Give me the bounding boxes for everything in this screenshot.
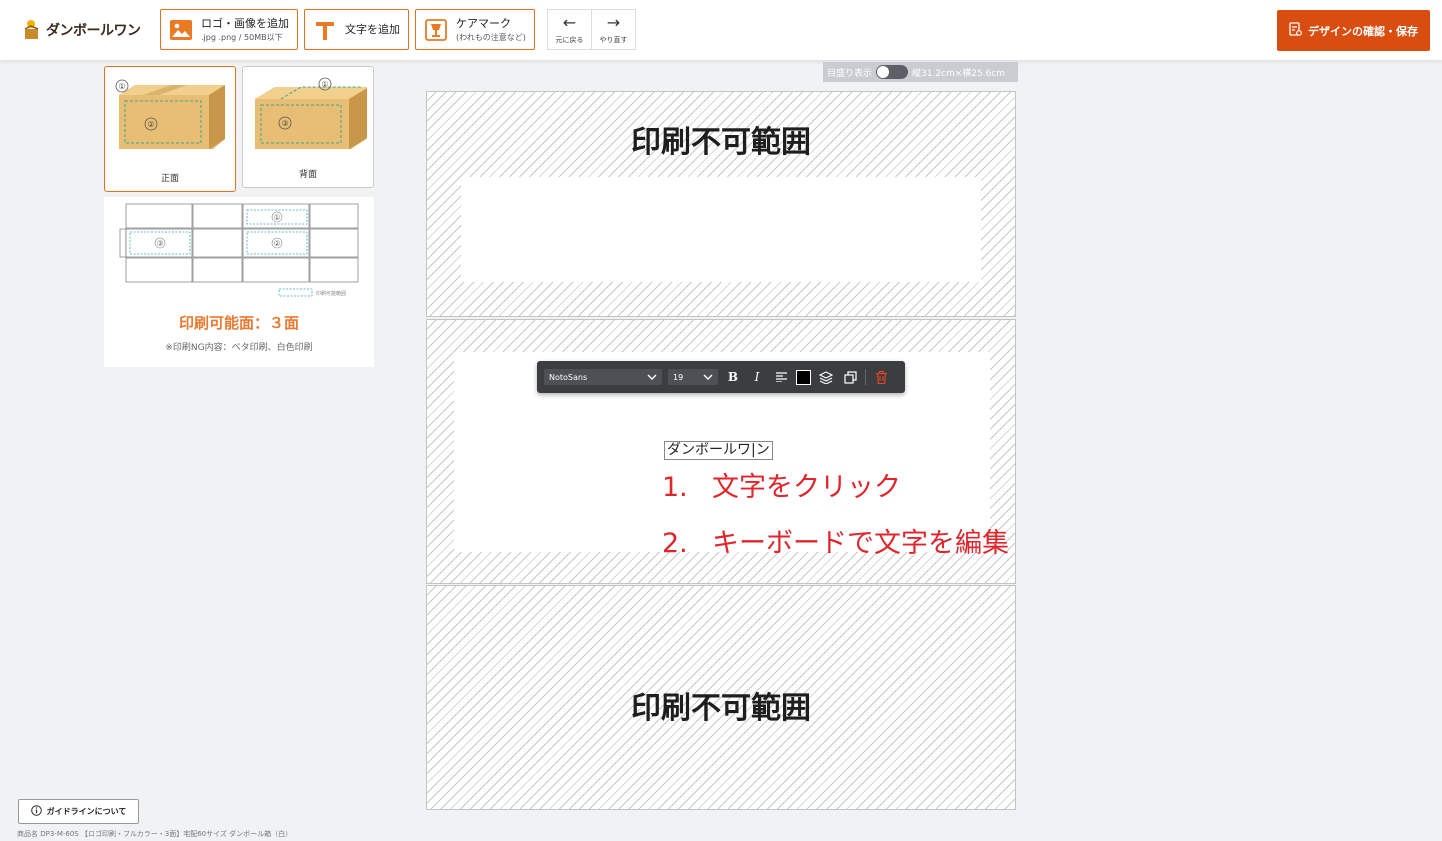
scale-toggle[interactable] — [876, 65, 909, 79]
care-mark-button[interactable]: ケアマーク (われもの注意など) — [415, 9, 535, 50]
text-color-swatch[interactable] — [796, 369, 811, 385]
box-back-illustration: ③ ① — [255, 77, 367, 149]
italic-button[interactable]: I — [748, 368, 766, 386]
canvas-top-flap: 印刷不可範囲 — [426, 91, 1016, 317]
face-card-back[interactable]: ③ ① 背面 — [242, 66, 374, 188]
back-top-number: ① — [321, 80, 328, 89]
align-left-icon — [775, 372, 787, 382]
header-bar: ダンボールワン ロゴ・画像を追加 .jpg .png / 50MB以下 文字を追… — [0, 0, 1442, 60]
layer-button[interactable] — [817, 368, 835, 386]
delete-button[interactable] — [872, 368, 890, 386]
undo-label: 元に戻る — [555, 35, 584, 44]
bold-button[interactable]: B — [724, 368, 742, 386]
chevron-down-icon — [647, 373, 657, 382]
front-top-number: ① — [118, 82, 125, 91]
box-front-illustration: ② ① — [115, 79, 225, 149]
align-left-button[interactable] — [772, 368, 790, 386]
canvas-info-bar: 目盛り表示 縦31.2cm×横25.6cm — [823, 62, 1018, 82]
text-icon — [314, 19, 336, 41]
logo-text: ダンボールワン — [46, 23, 141, 39]
history-group: ← 元に戻る → やり直す — [547, 9, 636, 50]
add-text-label: 文字を追加 — [345, 23, 400, 36]
diagram-label-1: ① — [273, 213, 280, 222]
undo-button[interactable]: ← 元に戻る — [548, 10, 591, 49]
redo-label: やり直す — [599, 35, 628, 44]
guideline-label: ガイドラインについて — [46, 807, 127, 816]
duplicate-icon — [843, 370, 857, 384]
logo-icon — [22, 19, 42, 41]
noprint-label-top: 印刷不可範囲 — [631, 125, 811, 160]
diagram-label-2: ② — [273, 239, 280, 248]
confirm-save-label: デザインの確認・保存 — [1308, 24, 1418, 38]
text-edit-toolbar: NotoSans 19 B I — [537, 361, 905, 393]
font-size-value: 19 — [673, 372, 684, 382]
unfolded-box-diagram: ① ② ③ 印刷可能範囲 印刷可能面：３面 ※印刷NG内容：ベタ印刷、白色印刷 — [104, 197, 374, 367]
font-family-select[interactable]: NotoSans — [544, 369, 662, 385]
face-front-label: 正面 — [160, 174, 179, 184]
document-check-icon — [1289, 22, 1302, 39]
add-image-label: ロゴ・画像を追加 — [201, 16, 289, 30]
canvas-bottom-flap: 印刷不可範囲 — [426, 585, 1016, 810]
instruction-1: 1. 文字をクリック — [662, 465, 901, 504]
face-back-label: 背面 — [298, 170, 317, 180]
arrow-left-icon: ← — [562, 12, 577, 32]
logo[interactable]: ダンボールワン — [22, 18, 141, 42]
instruction-2-text: キーボードで文字を編集 — [712, 528, 1009, 559]
canvas-dimensions: 縦31.2cm×横25.6cm — [912, 68, 1006, 79]
care-mark-sub: (われもの注意など) — [456, 32, 526, 42]
care-mark-label: ケアマーク — [456, 16, 511, 30]
font-size-select[interactable]: 19 — [668, 369, 718, 385]
face-card-front[interactable]: ② ① 正面 — [104, 66, 236, 192]
print-ng-note: ※印刷NG内容：ベタ印刷、白色印刷 — [165, 343, 313, 353]
add-image-button[interactable]: ロゴ・画像を追加 .jpg .png / 50MB以下 — [160, 9, 298, 50]
text-element[interactable]: ダンボールワ|ン — [664, 441, 773, 460]
arrow-right-icon: → — [606, 12, 621, 32]
redo-button[interactable]: → やり直す — [591, 10, 635, 49]
noprint-label-bottom: 印刷不可範囲 — [631, 691, 811, 726]
care-mark-icon — [425, 18, 447, 41]
info-icon — [30, 805, 42, 818]
chevron-down-icon — [703, 373, 713, 382]
add-text-button[interactable]: 文字を追加 — [304, 9, 409, 50]
instruction-2: 2. キーボードで文字を編集 — [662, 521, 1009, 560]
diagram-legend: 印刷可能範囲 — [316, 290, 346, 297]
layers-icon — [819, 370, 833, 384]
guideline-button[interactable]: ガイドラインについて — [18, 799, 139, 824]
diagram-label-3: ③ — [156, 239, 163, 248]
instruction-1-text: 文字をクリック — [712, 472, 901, 503]
printable-faces-title: 印刷可能面：３面 — [178, 314, 299, 332]
duplicate-button[interactable] — [841, 368, 859, 386]
font-family-value: NotoSans — [549, 372, 588, 382]
confirm-save-button[interactable]: デザインの確認・保存 — [1277, 10, 1430, 51]
back-center-number: ③ — [281, 119, 288, 128]
unfolded-box-drawing: ① ② ③ 印刷可能範囲 — [119, 203, 359, 297]
add-image-sub: .jpg .png / 50MB以下 — [201, 32, 283, 42]
image-icon — [170, 19, 192, 41]
toolbar-divider — [865, 369, 866, 385]
instruction-2-number: 2. — [662, 528, 688, 559]
scale-toggle-label: 目盛り表示 — [827, 68, 873, 79]
instruction-1-number: 1. — [662, 472, 688, 503]
top-flap-white-area — [461, 177, 981, 282]
product-name: 商品名 DP3-M-60S 【ロゴ印刷・フルカラー・3面】宅配60サイズ ダンボ… — [17, 830, 293, 838]
front-center-number: ② — [147, 120, 154, 129]
trash-icon — [875, 370, 887, 384]
